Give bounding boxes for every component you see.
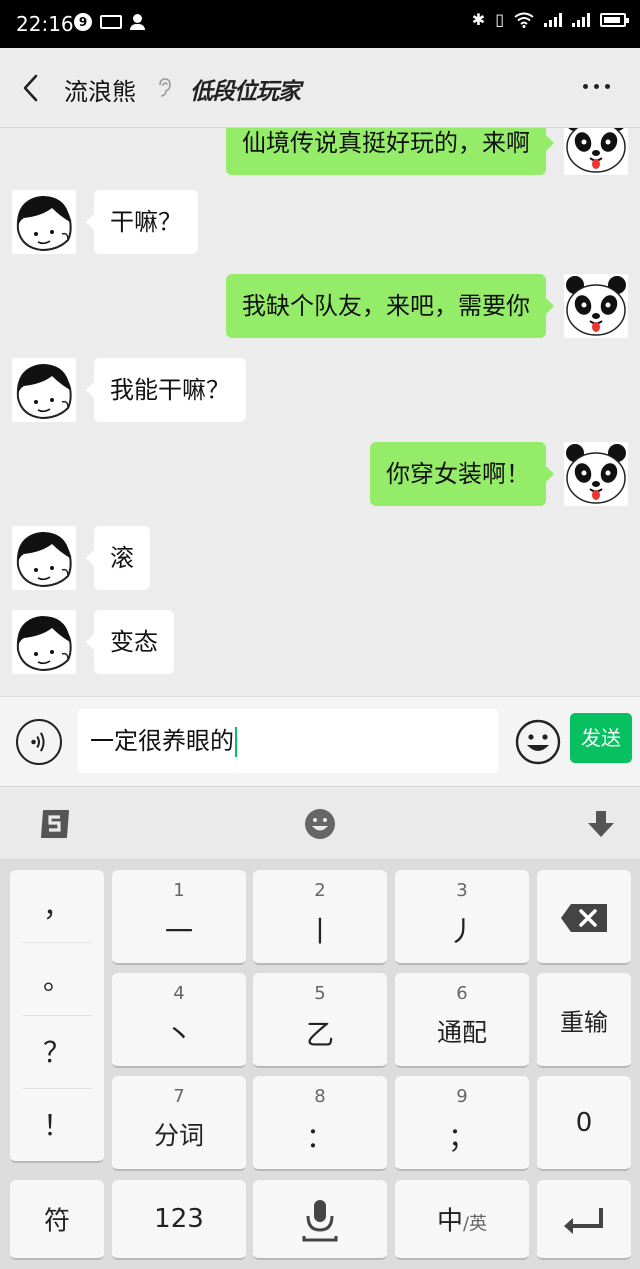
outgoing-message-bubble[interactable]: 我缺个队友，来吧，需要你 — [226, 274, 554, 338]
message-row: 我能干嘛？ — [0, 358, 640, 422]
incoming-message-bubble[interactable]: 我能干嘛？ — [86, 358, 246, 422]
message-input[interactable]: 一定很养眼的 — [78, 709, 498, 773]
voice-input-icon[interactable] — [16, 719, 62, 765]
more-options-icon[interactable] — [583, 84, 610, 89]
stroke-key-1[interactable]: 1一 — [112, 870, 246, 965]
outgoing-message-bubble[interactable]: 仙境传说真挺好玩的，来啊 — [226, 128, 554, 175]
ime-keyboard: ， 。 ？ ！ 1一 2丨 3丿 4丶 5乙 6 通配 重输 7 分词 8： 9； … — [0, 860, 640, 1269]
message-row: 我缺个队友，来吧，需要你 — [0, 274, 640, 338]
notification-icons: 9 — [74, 13, 148, 31]
message-row: 你穿女装啊！ — [0, 442, 640, 506]
contact-name: 流浪熊 — [64, 78, 136, 106]
message-row: 干嘛？ — [0, 190, 640, 254]
back-arrow-icon[interactable] — [20, 74, 44, 102]
punct-exclamation-key[interactable]: ！ — [22, 1089, 92, 1162]
stroke-key-5[interactable]: 5乙 — [253, 973, 387, 1068]
message-row: 滚 — [0, 526, 640, 590]
hide-keyboard-icon[interactable] — [584, 807, 618, 841]
contacts-icon — [130, 14, 148, 30]
sogou-logo-icon[interactable] — [38, 807, 72, 841]
enter-icon — [564, 1208, 603, 1234]
text-cursor — [235, 727, 237, 757]
punct-period-key[interactable]: 。 — [22, 943, 92, 1016]
message-input-text: 一定很养眼的 — [90, 727, 234, 755]
incoming-message-bubble[interactable]: 滚 — [86, 526, 150, 590]
lang-main-label: 中 — [436, 1206, 463, 1237]
contact-avatar[interactable] — [12, 610, 76, 674]
battery-icon — [600, 12, 629, 27]
enter-key[interactable] — [537, 1180, 631, 1260]
zero-key[interactable]: 0 — [537, 1076, 631, 1171]
chat-input-bar: 一定很养眼的 发送 — [0, 696, 640, 786]
colon-key[interactable]: 8： — [253, 1076, 387, 1171]
punctuation-column[interactable]: ， 。 ？ ！ — [10, 870, 104, 1163]
status-bar: 22:16 9 ✱ ▯ — [0, 0, 640, 48]
status-time: 22:16 — [16, 12, 74, 36]
incoming-message-bubble[interactable]: 变态 — [86, 610, 174, 674]
earpiece-mode-icon — [159, 78, 171, 97]
contact-avatar[interactable] — [12, 190, 76, 254]
segment-key[interactable]: 7 分词 — [112, 1076, 246, 1171]
contact-avatar[interactable] — [12, 526, 76, 590]
keyboard-emoji-icon[interactable] — [303, 807, 337, 841]
my-avatar[interactable] — [564, 128, 628, 175]
signal-icon-2 — [572, 12, 590, 27]
message-row: 仙境传说真挺好玩的，来啊 — [0, 128, 640, 175]
lang-alt-label: /英 — [462, 1213, 488, 1235]
incoming-message-bubble[interactable]: 干嘛？ — [86, 190, 198, 254]
bluetooth-icon: ✱ — [471, 10, 486, 29]
watermark-logo: 低段位玩家 — [190, 78, 301, 105]
signal-icon-1 — [544, 12, 562, 27]
microphone-icon — [302, 1200, 338, 1242]
wildcard-key[interactable]: 6 通配 — [395, 973, 529, 1068]
stroke-key-3[interactable]: 3丿 — [395, 870, 529, 965]
contact-avatar[interactable] — [12, 358, 76, 422]
notification-count-badge: 9 — [74, 13, 92, 31]
language-switch-key[interactable]: 中/英 — [395, 1180, 529, 1260]
punct-comma-key[interactable]: ， — [22, 870, 92, 943]
numbers-key[interactable]: 123 — [112, 1180, 246, 1260]
keyboard-icon — [100, 15, 122, 29]
my-avatar[interactable] — [564, 274, 628, 338]
backspace-key[interactable] — [537, 870, 631, 965]
system-icons: ✱ ▯ — [471, 10, 629, 29]
symbols-key[interactable]: 符 — [10, 1180, 104, 1260]
retype-key[interactable]: 重输 — [537, 973, 631, 1068]
outgoing-message-bubble[interactable]: 你穿女装啊！ — [370, 442, 554, 506]
stroke-key-2[interactable]: 2丨 — [253, 870, 387, 965]
vibrate-icon: ▯ — [495, 10, 504, 29]
wifi-icon — [514, 12, 534, 28]
message-list[interactable]: 仙境传说真挺好玩的，来啊 干嘛？ 我缺个队友，来吧，需要你我能干嘛？ 你穿女装啊！ 滚变… — [0, 128, 640, 696]
message-row: 变态 — [0, 610, 640, 674]
send-button[interactable]: 发送 — [570, 713, 632, 763]
chat-header: 流浪熊 低段位玩家 — [0, 48, 640, 128]
my-avatar[interactable] — [564, 442, 628, 506]
backspace-icon — [561, 904, 607, 932]
voice-key[interactable] — [253, 1180, 387, 1260]
punct-question-key[interactable]: ？ — [22, 1016, 92, 1089]
emoji-icon[interactable] — [515, 719, 561, 765]
semicolon-key[interactable]: 9； — [395, 1076, 529, 1171]
keyboard-toolbar — [0, 786, 640, 860]
stroke-key-4[interactable]: 4丶 — [112, 973, 246, 1068]
